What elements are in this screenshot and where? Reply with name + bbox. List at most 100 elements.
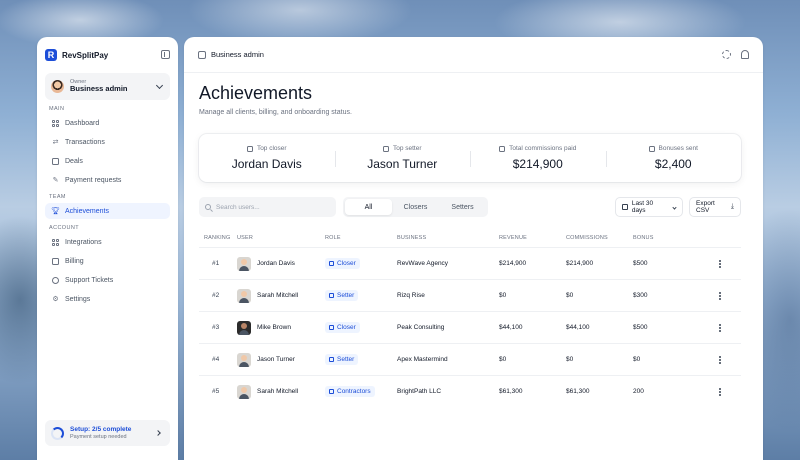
commissions-cell: $61,300	[566, 388, 590, 395]
sidebar-item-label: Deals	[65, 157, 83, 165]
avatar	[237, 384, 251, 399]
stat-top-setter: Top setter Jason Turner	[334, 145, 471, 171]
calendar-icon	[622, 204, 628, 210]
business-cell: Apex Mastermind	[397, 356, 448, 363]
sidebar: R RevSplitPay Owner Business admin MAIN …	[37, 37, 178, 460]
search-box[interactable]	[199, 197, 336, 217]
sidebar-item-label: Billing	[65, 257, 84, 265]
gear-icon: ⚙︎	[52, 296, 59, 303]
headset-icon	[52, 276, 59, 284]
sidebar-item-label: Support Tickets	[65, 276, 114, 284]
more-options-icon[interactable]	[719, 323, 721, 332]
bonus-cell: $0	[633, 356, 641, 363]
role-label: Setter	[337, 356, 355, 363]
column-header: USER	[237, 235, 254, 241]
app-frame: R RevSplitPay Owner Business admin MAIN …	[37, 37, 763, 460]
sidebar-item-integrations[interactable]: Integrations	[45, 234, 170, 250]
column-header: BONUS	[633, 235, 654, 241]
rank-cell: #5	[212, 388, 220, 395]
table-row[interactable]: #5 Sarah Mitchell Contractors BrightPath…	[199, 375, 741, 407]
user-name: Jason Turner	[257, 356, 295, 363]
business-cell: Peak Consulting	[397, 324, 445, 331]
stat-label: Top setter	[392, 145, 422, 152]
stats-card: Top closer Jordan Davis Top setter Jason…	[199, 134, 741, 182]
user-name: Mike Brown	[257, 324, 291, 331]
brand[interactable]: R RevSplitPay	[45, 47, 170, 63]
tab-setters[interactable]: Setters	[439, 199, 486, 215]
business-cell: RevWave Agency	[397, 260, 449, 267]
revenue-cell: $0	[499, 356, 507, 363]
download-icon: ⤓	[730, 203, 734, 210]
more-options-icon[interactable]	[719, 355, 721, 364]
rank-cell: #2	[212, 292, 220, 299]
sidebar-collapse-icon[interactable]	[161, 50, 170, 59]
role-badge: Contractors	[325, 386, 375, 397]
sidebar-item-transactions[interactable]: ⇄ Transactions	[45, 134, 170, 150]
account-switcher[interactable]: Owner Business admin	[45, 73, 170, 100]
search-icon	[205, 204, 211, 210]
sidebar-item-settings[interactable]: ⚙︎ Settings	[45, 291, 170, 307]
column-header: COMMISSIONS	[566, 235, 608, 241]
table-row[interactable]: #3 Mike Brown Closer Peak Consulting $44…	[199, 311, 741, 343]
user-icon	[329, 325, 334, 330]
table-row[interactable]: #2 Sarah Mitchell Setter Rizq Rise $0 $0…	[199, 279, 741, 311]
sidebar-item-billing[interactable]: Billing	[45, 253, 170, 269]
sidebar-item-dashboard[interactable]: Dashboard	[45, 115, 170, 131]
achievements-table: RANKING USER ROLE BUSINESS REVENUE COMMI…	[199, 229, 741, 407]
brand-logo: R	[45, 49, 57, 61]
column-header: REVENUE	[499, 235, 527, 241]
user-icon	[329, 261, 334, 266]
revenue-cell: $44,100	[499, 324, 523, 331]
sidebar-item-label: Dashboard	[65, 119, 100, 127]
setup-progress-card[interactable]: Setup: 2/5 complete Payment setup needed	[45, 420, 170, 446]
stat-value: $214,900	[512, 157, 563, 171]
stat-total-commissions: Total commissions paid $214,900	[470, 145, 606, 171]
stat-bonuses-sent: Bonuses sent $2,400	[605, 145, 742, 171]
export-label: Export CSV	[696, 200, 715, 214]
role-badge: Setter	[325, 354, 359, 365]
user-icon	[382, 145, 389, 152]
bonus-cell: $500	[633, 324, 648, 331]
revenue-cell: $214,900	[499, 260, 527, 267]
table-toolbar: All Closers Setters Last 30 days Export …	[199, 197, 741, 217]
rank-cell: #3	[212, 324, 220, 331]
column-header: ROLE	[325, 235, 341, 241]
search-input[interactable]	[216, 203, 326, 211]
user-plus-icon	[329, 357, 334, 362]
stat-top-closer: Top closer Jordan Davis	[199, 145, 335, 171]
bell-icon[interactable]	[741, 50, 749, 59]
sidebar-item-payment-requests[interactable]: ✎ Payment requests	[45, 172, 170, 188]
role-label: Closer	[337, 324, 356, 331]
table-row[interactable]: #4 Jason Turner Setter Apex Mastermind $…	[199, 343, 741, 375]
stat-value: $2,400	[654, 157, 692, 171]
rank-cell: #1	[212, 260, 220, 267]
chevron-down-icon	[155, 81, 164, 90]
role-badge: Closer	[325, 258, 360, 269]
sidebar-item-achievements[interactable]: 🏆︎ Achievements	[45, 203, 170, 219]
tab-closers[interactable]: Closers	[392, 199, 439, 215]
section-label-account: ACCOUNT	[49, 225, 79, 231]
sidebar-item-deals[interactable]: Deals	[45, 153, 170, 169]
more-options-icon[interactable]	[719, 291, 721, 300]
edit-icon: ✎	[52, 177, 59, 184]
user-name: Sarah Mitchell	[257, 292, 299, 299]
export-csv-button[interactable]: Export CSV ⤓	[689, 197, 741, 217]
contract-icon	[329, 389, 334, 394]
avatar	[237, 256, 251, 271]
table-row[interactable]: #1 Jordan Davis Closer RevWave Agency $2…	[199, 247, 741, 279]
topbar: Business admin	[184, 37, 763, 73]
sidebar-item-support-tickets[interactable]: Support Tickets	[45, 272, 170, 288]
role-label: Contractors	[337, 388, 371, 395]
more-options-icon[interactable]	[719, 387, 721, 396]
date-range-button[interactable]: Last 30 days	[615, 197, 683, 217]
more-options-icon[interactable]	[719, 259, 721, 268]
chevron-down-icon	[672, 204, 677, 210]
gear-icon[interactable]	[722, 50, 731, 59]
commissions-cell: $214,900	[566, 260, 594, 267]
column-header: BUSINESS	[397, 235, 427, 241]
section-label-main: MAIN	[49, 106, 65, 112]
sidebar-item-label: Achievements	[65, 207, 109, 215]
tab-all[interactable]: All	[345, 199, 392, 215]
avatar	[237, 288, 251, 303]
page-subtitle: Manage all clients, billing, and onboard…	[199, 109, 352, 116]
